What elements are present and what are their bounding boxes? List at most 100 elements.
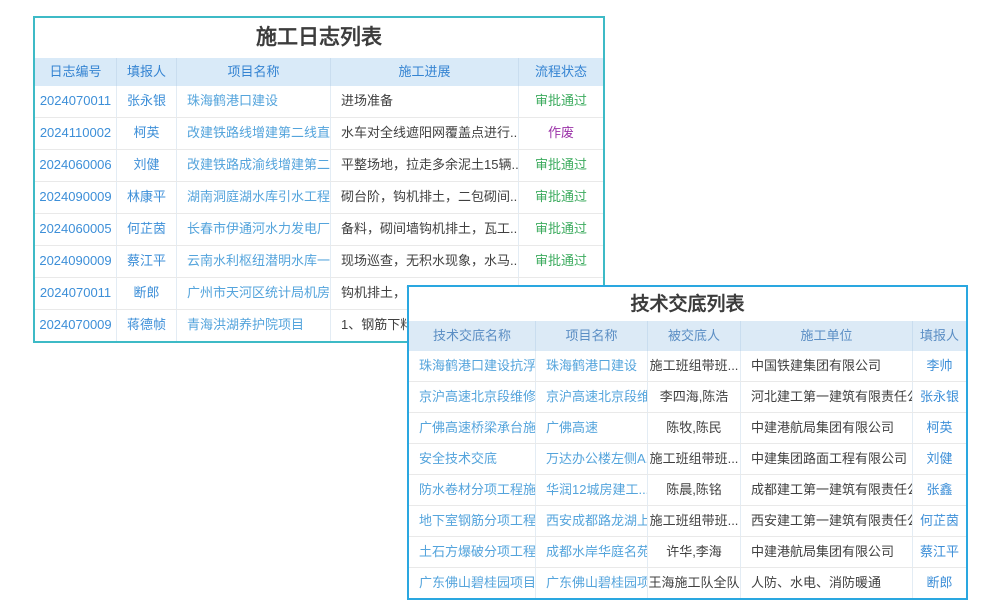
- column-header-reporter: 填报人: [117, 58, 177, 86]
- construction-log-header-row: 日志编号 填报人 项目名称 施工进展 流程状态: [35, 58, 603, 86]
- construction-log-title: 施工日志列表: [35, 18, 603, 58]
- table-row: 2024090009 林康平 湖南洞庭湖水库引水工程... 砌台阶，钩机排土，二…: [35, 182, 603, 214]
- cell-reporter: 刘健: [117, 150, 177, 181]
- cell-disclosure-name[interactable]: 土石方爆破分项工程...: [409, 537, 536, 567]
- cell-project-name[interactable]: 广东佛山碧桂园项目: [536, 568, 648, 598]
- cell-project-name[interactable]: 万达办公楼左侧A...: [536, 444, 648, 474]
- cell-receiver: 施工班组带班...: [648, 506, 741, 536]
- cell-progress: 进场准备: [331, 86, 519, 117]
- cell-reporter: 断郎: [913, 568, 966, 598]
- cell-log-id[interactable]: 2024060006: [35, 150, 117, 181]
- column-header-log-id: 日志编号: [35, 58, 117, 86]
- cell-receiver: 陈牧,陈民: [648, 413, 741, 443]
- table-row: 2024070011 张永银 珠海鹤港口建设 进场准备 审批通过: [35, 86, 603, 118]
- table-row: 2024060006 刘健 改建铁路成渝线增建第二... 平整场地，拉走多余泥土…: [35, 150, 603, 182]
- cell-construction-unit: 中国铁建集团有限公司: [741, 351, 913, 381]
- cell-log-id[interactable]: 2024070009: [35, 310, 117, 341]
- cell-disclosure-name[interactable]: 广佛高速桥梁承台施...: [409, 413, 536, 443]
- cell-reporter: 张鑫: [913, 475, 966, 505]
- tech-disclosure-title: 技术交底列表: [409, 287, 966, 321]
- status-badge: 审批通过: [519, 246, 603, 277]
- cell-progress: 砌台阶，钩机排土，二包砌间...: [331, 182, 519, 213]
- cell-log-id[interactable]: 2024090009: [35, 182, 117, 213]
- cell-construction-unit: 中建集团路面工程有限公司: [741, 444, 913, 474]
- cell-reporter: 张永银: [913, 382, 966, 412]
- table-row: 京沪高速北京段维修... 京沪高速北京段维修 李四海,陈浩 河北建工第一建筑有限…: [409, 382, 966, 413]
- cell-disclosure-name[interactable]: 京沪高速北京段维修...: [409, 382, 536, 412]
- column-header-status: 流程状态: [519, 58, 603, 86]
- cell-reporter: 蔡江平: [913, 537, 966, 567]
- table-row: 安全技术交底 万达办公楼左侧A... 施工班组带班... 中建集团路面工程有限公…: [409, 444, 966, 475]
- column-header-construction-unit: 施工单位: [741, 321, 913, 351]
- cell-project-name[interactable]: 广州市天河区统计局机房...: [177, 278, 331, 309]
- cell-reporter: 柯英: [913, 413, 966, 443]
- cell-reporter: 蒋德帧: [117, 310, 177, 341]
- cell-log-id[interactable]: 2024110002: [35, 118, 117, 149]
- cell-reporter: 林康平: [117, 182, 177, 213]
- cell-reporter: 何芷茵: [117, 214, 177, 245]
- cell-receiver: 陈晨,陈铭: [648, 475, 741, 505]
- tech-disclosure-body: 珠海鹤港口建设抗浮... 珠海鹤港口建设 施工班组带班... 中国铁建集团有限公…: [409, 351, 966, 598]
- cell-receiver: 施工班组带班...: [648, 444, 741, 474]
- status-badge: 审批通过: [519, 214, 603, 245]
- cell-log-id[interactable]: 2024070011: [35, 278, 117, 309]
- cell-reporter: 断郎: [117, 278, 177, 309]
- status-badge: 审批通过: [519, 182, 603, 213]
- cell-project-name[interactable]: 青海洪湖养护院项目: [177, 310, 331, 341]
- cell-project-name[interactable]: 京沪高速北京段维修: [536, 382, 648, 412]
- cell-receiver: 李四海,陈浩: [648, 382, 741, 412]
- cell-receiver: 许华,李海: [648, 537, 741, 567]
- table-row: 防水卷材分项工程施... 华润12城房建工... 陈晨,陈铭 成都建工第一建筑有…: [409, 475, 966, 506]
- column-header-progress: 施工进展: [331, 58, 519, 86]
- cell-progress: 备料，砌间墙钩机排土，瓦工...: [331, 214, 519, 245]
- cell-project-name[interactable]: 长春市伊通河水力发电厂...: [177, 214, 331, 245]
- cell-disclosure-name[interactable]: 珠海鹤港口建设抗浮...: [409, 351, 536, 381]
- cell-project-name[interactable]: 改建铁路成渝线增建第二...: [177, 150, 331, 181]
- table-row: 广东佛山碧桂园项目... 广东佛山碧桂园项目 王海施工队全队 人防、水电、消防暖…: [409, 568, 966, 598]
- cell-construction-unit: 中建港航局集团有限公司: [741, 413, 913, 443]
- table-row: 2024060005 何芷茵 长春市伊通河水力发电厂... 备料，砌间墙钩机排土…: [35, 214, 603, 246]
- table-row: 地下室钢筋分项工程... 西安成都路龙湖上... 施工班组带班... 西安建工第…: [409, 506, 966, 537]
- cell-reporter: 张永银: [117, 86, 177, 117]
- cell-construction-unit: 人防、水电、消防暖通: [741, 568, 913, 598]
- cell-progress: 现场巡查，无积水现象，水马...: [331, 246, 519, 277]
- column-header-reporter: 填报人: [913, 321, 966, 351]
- cell-reporter: 柯英: [117, 118, 177, 149]
- cell-project-name[interactable]: 广佛高速: [536, 413, 648, 443]
- cell-receiver: 施工班组带班...: [648, 351, 741, 381]
- cell-disclosure-name[interactable]: 广东佛山碧桂园项目...: [409, 568, 536, 598]
- column-header-project-name: 项目名称: [536, 321, 648, 351]
- cell-project-name[interactable]: 湖南洞庭湖水库引水工程...: [177, 182, 331, 213]
- tech-disclosure-header-row: 技术交底名称 项目名称 被交底人 施工单位 填报人: [409, 321, 966, 351]
- cell-disclosure-name[interactable]: 防水卷材分项工程施...: [409, 475, 536, 505]
- cell-disclosure-name[interactable]: 安全技术交底: [409, 444, 536, 474]
- cell-log-id[interactable]: 2024060005: [35, 214, 117, 245]
- cell-construction-unit: 河北建工第一建筑有限责任公司: [741, 382, 913, 412]
- column-header-disclosure-name: 技术交底名称: [409, 321, 536, 351]
- cell-log-id[interactable]: 2024070011: [35, 86, 117, 117]
- cell-progress: 水车对全线遮阳网覆盖点进行...: [331, 118, 519, 149]
- cell-receiver: 王海施工队全队: [648, 568, 741, 598]
- cell-construction-unit: 中建港航局集团有限公司: [741, 537, 913, 567]
- cell-construction-unit: 西安建工第一建筑有限责任公司: [741, 506, 913, 536]
- cell-project-name[interactable]: 珠海鹤港口建设: [177, 86, 331, 117]
- table-row: 珠海鹤港口建设抗浮... 珠海鹤港口建设 施工班组带班... 中国铁建集团有限公…: [409, 351, 966, 382]
- cell-project-name[interactable]: 云南水利枢纽潜明水库一...: [177, 246, 331, 277]
- cell-reporter: 李帅: [913, 351, 966, 381]
- table-row: 2024110002 柯英 改建铁路线增建第二线直... 水车对全线遮阳网覆盖点…: [35, 118, 603, 150]
- cell-disclosure-name[interactable]: 地下室钢筋分项工程...: [409, 506, 536, 536]
- status-badge: 作废: [519, 118, 603, 149]
- cell-construction-unit: 成都建工第一建筑有限责任公司: [741, 475, 913, 505]
- cell-reporter: 何芷茵: [913, 506, 966, 536]
- table-row: 土石方爆破分项工程... 成都水岸华庭名苑... 许华,李海 中建港航局集团有限…: [409, 537, 966, 568]
- cell-project-name[interactable]: 成都水岸华庭名苑...: [536, 537, 648, 567]
- cell-project-name[interactable]: 华润12城房建工...: [536, 475, 648, 505]
- cell-project-name[interactable]: 改建铁路线增建第二线直...: [177, 118, 331, 149]
- table-row: 广佛高速桥梁承台施... 广佛高速 陈牧,陈民 中建港航局集团有限公司 柯英: [409, 413, 966, 444]
- cell-project-name[interactable]: 珠海鹤港口建设: [536, 351, 648, 381]
- table-row: 2024090009 蔡江平 云南水利枢纽潜明水库一... 现场巡查，无积水现象…: [35, 246, 603, 278]
- cell-log-id[interactable]: 2024090009: [35, 246, 117, 277]
- column-header-receiver: 被交底人: [648, 321, 741, 351]
- status-badge: 审批通过: [519, 150, 603, 181]
- cell-project-name[interactable]: 西安成都路龙湖上...: [536, 506, 648, 536]
